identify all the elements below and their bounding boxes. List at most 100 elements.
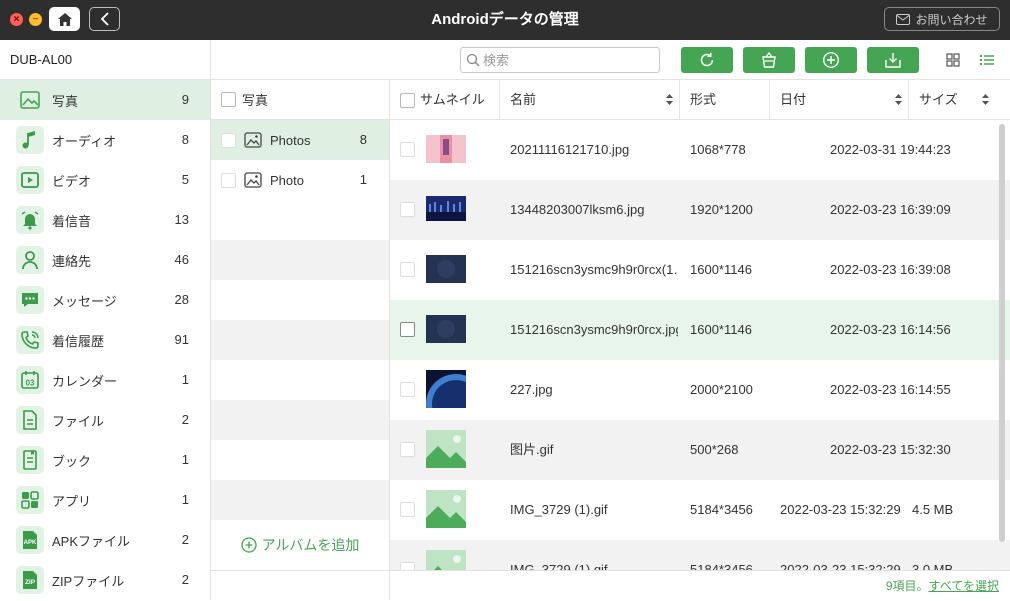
sidebar-item-call-history[interactable]: 着信履歴 91 bbox=[0, 320, 210, 360]
album-item-photos[interactable]: Photos 8 bbox=[211, 120, 389, 160]
zip-icon: ZIP bbox=[23, 571, 37, 589]
category-sidebar: 写真 9 オーディオ 8 ビデオ 5 着信音 13 連絡先 46 メッセージ 2… bbox=[0, 80, 211, 600]
sidebar-item-ringtones[interactable]: 着信音 13 bbox=[0, 200, 210, 240]
image-icon bbox=[244, 172, 262, 188]
sidebar-item-count: 13 bbox=[174, 212, 189, 227]
file-name: IMG_3729 (1).gif bbox=[510, 502, 608, 517]
sidebar-item-count: 8 bbox=[181, 132, 189, 147]
zip-icon-text: ZIP bbox=[25, 579, 36, 586]
album-empty-row bbox=[211, 320, 389, 360]
file-format: 5184*3456 bbox=[690, 502, 753, 517]
file-date: 2022-03-23 16:39:09 bbox=[830, 202, 951, 217]
row-checkbox[interactable] bbox=[400, 142, 415, 157]
album-name: Photo bbox=[270, 172, 304, 188]
thumbnail-image bbox=[426, 135, 466, 163]
row-checkbox[interactable] bbox=[400, 442, 415, 457]
file-size: 3.0 MB bbox=[912, 562, 954, 570]
sidebar-item-files[interactable]: ファイル 2 bbox=[0, 400, 210, 440]
album-empty-row bbox=[211, 200, 389, 240]
album-empty-row bbox=[211, 360, 389, 400]
album-checkbox[interactable] bbox=[221, 172, 236, 188]
sidebar-item-calendar[interactable]: 03 カレンダー 1 bbox=[0, 360, 210, 400]
sidebar-item-photos[interactable]: 写真 9 bbox=[0, 80, 210, 120]
sidebar-item-contacts[interactable]: 連絡先 46 bbox=[0, 240, 210, 280]
album-item-photo[interactable]: Photo 1 bbox=[211, 160, 389, 200]
thumbnail-image bbox=[426, 315, 466, 343]
delete-button[interactable] bbox=[743, 47, 795, 73]
file-format: 5184*3456 bbox=[690, 562, 753, 570]
file-name: 151216scn3ysmc9h9r0rcx(1… bbox=[510, 262, 678, 277]
sidebar-item-apps[interactable]: アプリ 1 bbox=[0, 480, 210, 520]
thumbnail-image bbox=[426, 255, 466, 283]
list-view-button[interactable] bbox=[979, 52, 995, 68]
table-row[interactable]: IMG_3729 (1).gif 5184*3456 2022-03-23 15… bbox=[390, 540, 1010, 570]
sidebar-item-count: 46 bbox=[174, 252, 189, 267]
sidebar-item-label: ブック bbox=[52, 453, 92, 469]
album-footer bbox=[211, 570, 389, 600]
row-checkbox[interactable] bbox=[400, 202, 415, 217]
file-date: 2022-03-23 15:32:30 bbox=[830, 442, 951, 457]
sidebar-item-video[interactable]: ビデオ 5 bbox=[0, 160, 210, 200]
col-size-label: サイズ bbox=[919, 92, 958, 107]
album-empty-row bbox=[211, 280, 389, 320]
sidebar-item-label: カレンダー bbox=[52, 373, 118, 389]
vertical-scrollbar[interactable] bbox=[999, 124, 1005, 542]
row-checkbox[interactable] bbox=[400, 502, 415, 517]
select-all-albums-checkbox[interactable] bbox=[221, 92, 236, 107]
col-name[interactable]: 名前 bbox=[500, 80, 680, 120]
table-row[interactable]: 151216scn3ysmc9h9r0rcx.jpg 1600*1146 202… bbox=[390, 300, 1010, 360]
grid-icon bbox=[946, 53, 960, 67]
row-checkbox[interactable] bbox=[400, 262, 415, 277]
table-row[interactable]: 图片.gif 500*268 2022-03-23 15:32:30 bbox=[390, 420, 1010, 480]
album-checkbox[interactable] bbox=[221, 132, 236, 148]
table-row[interactable]: 151216scn3ysmc9h9r0rcx(1… 1600*1146 2022… bbox=[390, 240, 1010, 300]
table-header: サムネイル 名前 形式 日付 サイズ bbox=[390, 80, 1010, 120]
row-checkbox[interactable] bbox=[400, 322, 415, 337]
album-list-panel: 写真 Photos 8 Photo 1 アルバムを追加 bbox=[211, 80, 390, 600]
search-box[interactable] bbox=[460, 47, 660, 73]
col-format[interactable]: 形式 bbox=[680, 80, 770, 120]
table-row[interactable]: IMG_3729 (1).gif 5184*3456 2022-03-23 15… bbox=[390, 480, 1010, 540]
sidebar-item-count: 9 bbox=[181, 92, 189, 107]
sidebar-item-label: APKファイル bbox=[52, 533, 131, 549]
sidebar-item-messages[interactable]: メッセージ 28 bbox=[0, 280, 210, 320]
add-album-button[interactable]: アルバムを追加 bbox=[211, 520, 389, 570]
sidebar-item-audio[interactable]: オーディオ 8 bbox=[0, 120, 210, 160]
image-icon bbox=[244, 132, 262, 148]
message-icon bbox=[22, 293, 38, 307]
apk-icon-text: APK bbox=[24, 540, 37, 546]
sidebar-item-zip-files[interactable]: ZIP ZIPファイル 2 bbox=[0, 560, 210, 600]
sort-icon bbox=[895, 94, 902, 105]
add-button[interactable] bbox=[805, 47, 857, 73]
sidebar-item-label: ビデオ bbox=[52, 173, 92, 189]
contact-button[interactable]: お問い合わせ bbox=[884, 7, 1000, 31]
sidebar-item-books[interactable]: ブック 1 bbox=[0, 440, 210, 480]
sidebar-item-label: 写真 bbox=[52, 93, 79, 109]
row-checkbox[interactable] bbox=[400, 382, 415, 397]
sidebar-item-label: 着信履歴 bbox=[52, 333, 105, 349]
file-format: 1068*778 bbox=[690, 142, 746, 157]
row-checkbox[interactable] bbox=[400, 562, 415, 570]
apps-icon bbox=[21, 491, 39, 509]
select-all-link[interactable]: すべてを選択 bbox=[929, 579, 999, 593]
table-row[interactable]: 13448203007lksm6.jpg 1920*1200 2022-03-2… bbox=[390, 180, 1010, 240]
sidebar-item-label: メッセージ bbox=[52, 293, 117, 309]
file-name: 227.jpg bbox=[510, 382, 553, 397]
grid-view-button[interactable] bbox=[945, 52, 961, 68]
download-icon bbox=[885, 53, 901, 68]
refresh-icon bbox=[700, 52, 714, 67]
col-size[interactable]: サイズ bbox=[909, 80, 995, 120]
file-date: 2022-03-31 19:44:23 bbox=[830, 142, 951, 157]
col-date-label: 日付 bbox=[780, 92, 807, 107]
sidebar-item-apk-files[interactable]: APK APKファイル 2 bbox=[0, 520, 210, 560]
select-all-checkbox[interactable] bbox=[400, 92, 415, 108]
export-to-pc-button[interactable] bbox=[867, 47, 919, 73]
mail-icon bbox=[896, 13, 911, 25]
search-input[interactable] bbox=[483, 48, 653, 72]
col-date[interactable]: 日付 bbox=[770, 80, 909, 120]
table-row[interactable]: 20211116121710.jpg 1068*778 2022-03-31 1… bbox=[390, 120, 1010, 180]
phone-icon bbox=[21, 331, 39, 349]
refresh-button[interactable] bbox=[681, 47, 733, 73]
file-date: 2022-03-23 16:39:08 bbox=[830, 262, 951, 277]
table-row[interactable]: 227.jpg 2000*2100 2022-03-23 16:14:55 bbox=[390, 360, 1010, 420]
